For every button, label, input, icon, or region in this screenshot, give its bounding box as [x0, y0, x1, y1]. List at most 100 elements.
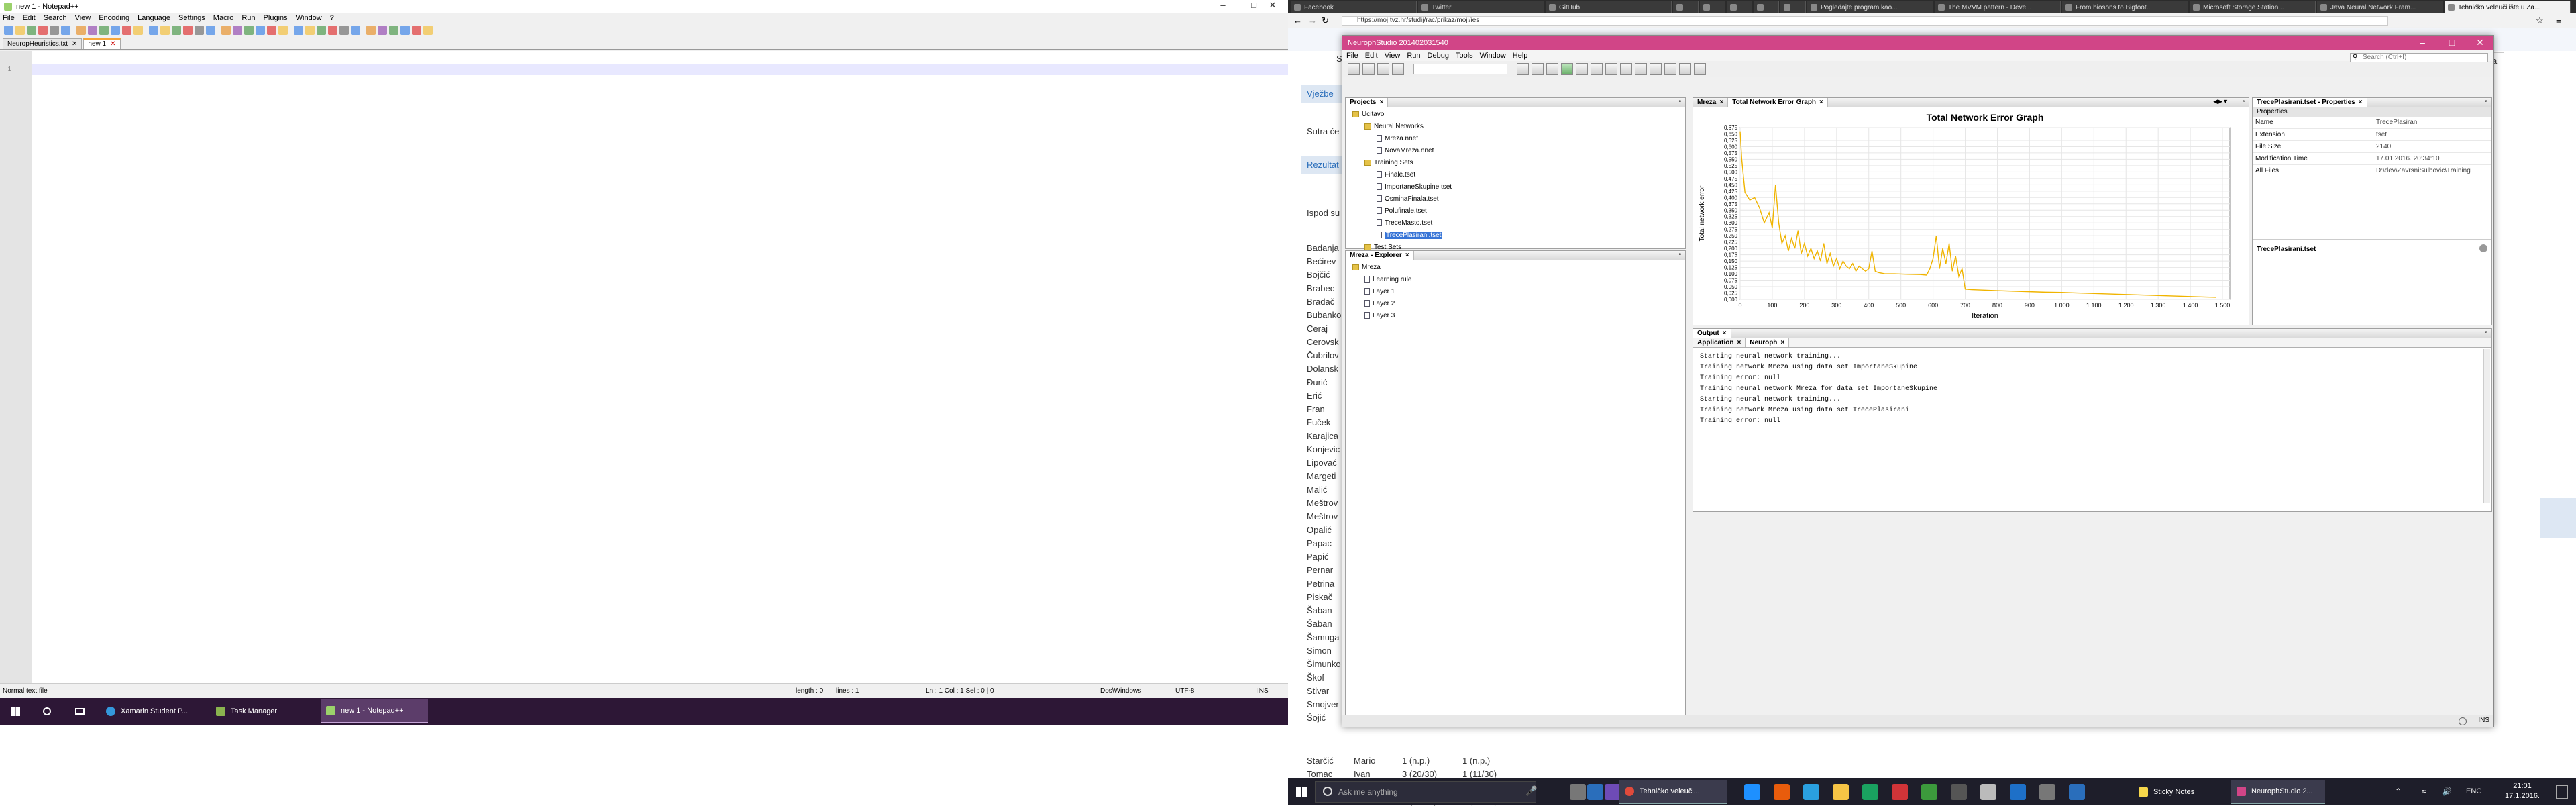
help-icon[interactable] — [2479, 244, 2487, 252]
notepad-tab[interactable]: NeuropHeuristics.txt ✕ — [3, 38, 83, 49]
close-icon[interactable]: × — [1819, 99, 1823, 106]
tab-total-network-error-graph[interactable]: Total Network Error Graph × — [1728, 98, 1828, 107]
start-button[interactable] — [1293, 784, 1309, 800]
menu-item[interactable]: Run — [241, 14, 255, 22]
notepad-editor[interactable]: 1 — [0, 51, 1288, 683]
close-icon[interactable]: × — [1379, 99, 1383, 106]
notepad-tab-active[interactable]: new 1 ✕ — [83, 38, 121, 49]
toolbar-icon[interactable] — [1348, 62, 1360, 75]
browser-tab[interactable]: The MVVM pattern - Deve... — [1935, 1, 2061, 13]
reload-icon[interactable]: ↻ — [1322, 15, 1329, 26]
tab-projects[interactable]: Projects × — [1346, 98, 1389, 107]
toolbar-icon[interactable] — [1620, 62, 1632, 75]
pinned-app-icon[interactable] — [1605, 784, 1621, 800]
pinned-app-icon[interactable] — [1921, 784, 1937, 800]
toolbar-icon[interactable] — [1532, 62, 1544, 75]
tree-node[interactable]: Polufinale.tset — [1348, 205, 1682, 217]
toolbar-icon[interactable] — [1591, 62, 1603, 75]
browser-tab[interactable] — [1700, 1, 1725, 13]
minimize-panel-icon[interactable]: ▫ — [1678, 251, 1681, 258]
close-icon[interactable]: × — [1723, 330, 1727, 337]
tray-chevron-icon[interactable]: ⌃ — [2395, 787, 2402, 796]
menu-item[interactable]: Macro — [213, 14, 234, 22]
toolbar-icon[interactable] — [206, 26, 215, 35]
tree-node[interactable]: TreceMasto.tset — [1348, 217, 1682, 230]
minimize-panel-icon[interactable]: ▫ — [2242, 98, 2245, 105]
tree-node[interactable]: Ucitavo — [1348, 109, 1682, 121]
pinned-app-icon[interactable] — [1803, 784, 1819, 800]
tree-node[interactable]: Learning rule — [1348, 274, 1682, 286]
toolbar-icon[interactable] — [1362, 62, 1375, 75]
tree-node[interactable]: Mreza.nnet — [1348, 133, 1682, 145]
pinned-app-icon[interactable] — [1744, 784, 1760, 800]
browser-tab[interactable] — [1727, 1, 1752, 13]
menu-item[interactable]: Edit — [23, 14, 36, 22]
toolbar-icon[interactable] — [400, 26, 410, 35]
taskbar-item-neurophstudio[interactable]: NeurophStudio 2... — [2231, 780, 2325, 804]
toolbar-icon[interactable] — [1605, 62, 1617, 75]
toolbar-icon[interactable] — [378, 26, 387, 35]
notification-icon[interactable] — [2459, 717, 2467, 725]
menu-item[interactable]: Plugins — [264, 14, 288, 22]
menu-item[interactable]: Run — [1407, 52, 1420, 60]
toolbar-icon[interactable] — [389, 26, 398, 35]
tab-explorer[interactable]: Mreza - Explorer × — [1346, 251, 1414, 260]
menu-item[interactable]: Settings — [178, 14, 205, 22]
browser-tab[interactable]: Microsoft Storage Station... — [2190, 1, 2316, 13]
address-bar[interactable]: https://moj.tvz.hr/studij/rac/prikaz/moj… — [1342, 16, 2388, 26]
config-dropdown[interactable] — [1413, 63, 1507, 74]
toolbar-icon[interactable] — [1377, 62, 1389, 75]
close-icon[interactable]: ✕ — [72, 40, 77, 48]
browser-tab[interactable]: GitHub — [1546, 1, 1672, 13]
browser-tab[interactable]: Twitter — [1418, 1, 1544, 13]
minimize-icon[interactable]: – — [1208, 0, 1238, 10]
close-icon[interactable]: × — [1737, 339, 1741, 346]
menu-icon[interactable]: ≡ — [2556, 15, 2561, 26]
close-icon[interactable]: × — [1719, 99, 1723, 106]
menu-item[interactable]: View — [1385, 52, 1401, 60]
tree-node[interactable]: Finale.tset — [1348, 169, 1682, 181]
toolbar-icon[interactable] — [1635, 62, 1647, 75]
task-view-icon[interactable] — [70, 699, 90, 723]
property-row[interactable]: Name TrecePlasirani — [2253, 117, 2491, 129]
pinned-app-icon[interactable] — [1892, 784, 1908, 800]
close-icon[interactable]: ✕ — [110, 40, 115, 48]
pinned-app-icon[interactable] — [2039, 784, 2055, 800]
tree-node[interactable]: Layer 3 — [1348, 310, 1682, 322]
toolbar-icon[interactable] — [27, 26, 36, 35]
browser-tab[interactable] — [1673, 1, 1699, 13]
tree-node[interactable]: ImportaneSkupine.tset — [1348, 181, 1682, 193]
toolbar-icon[interactable] — [1650, 62, 1662, 75]
browser-tab[interactable]: From biosons to Bigfoot... — [2062, 1, 2188, 13]
menu-item[interactable]: Window — [1480, 52, 1506, 60]
toolbar-icon[interactable] — [61, 26, 70, 35]
toolbar-icon[interactable] — [294, 26, 303, 35]
microphone-icon[interactable]: 🎤 — [1525, 785, 1537, 797]
toolbar-icon[interactable] — [99, 26, 109, 35]
menu-item[interactable]: Help — [1513, 52, 1528, 60]
toolbar-icon[interactable] — [15, 26, 25, 35]
toolbar-icon[interactable] — [328, 26, 337, 35]
toolbar-icon[interactable] — [1546, 62, 1558, 75]
toolbar-icon[interactable] — [38, 26, 48, 35]
browser-tab[interactable]: Tehničko veleučilište u Za... — [2445, 1, 2571, 13]
toolbar-icon[interactable] — [317, 26, 326, 35]
menu-item[interactable]: File — [3, 14, 15, 22]
maximize-icon[interactable]: □ — [2438, 37, 2465, 48]
tree-node[interactable]: Mreza — [1348, 262, 1682, 274]
toolbar-icon[interactable] — [233, 26, 242, 35]
pinned-app-icon[interactable] — [1951, 784, 1967, 800]
toolbar-icon[interactable] — [133, 26, 143, 35]
clock[interactable]: 21:01 17.1.2016. — [2496, 781, 2549, 801]
toolbar-icon[interactable] — [1576, 62, 1588, 75]
minimize-panel-icon[interactable]: ▫ — [2485, 329, 2487, 336]
menu-item[interactable]: File — [1346, 52, 1358, 60]
toolbar-icon[interactable] — [1561, 62, 1573, 75]
tab-properties[interactable]: TrecePlasirani.tset - Properties × — [2253, 98, 2367, 107]
tree-node[interactable]: Layer 1 — [1348, 286, 1682, 298]
browser-tab[interactable]: Java Neural Network Fram... — [2317, 1, 2443, 13]
tree-node[interactable]: Training Sets — [1348, 157, 1682, 169]
toolbar-icon[interactable] — [366, 26, 376, 35]
action-center-icon[interactable] — [2556, 785, 2568, 799]
toolbar-icon[interactable] — [50, 26, 59, 35]
